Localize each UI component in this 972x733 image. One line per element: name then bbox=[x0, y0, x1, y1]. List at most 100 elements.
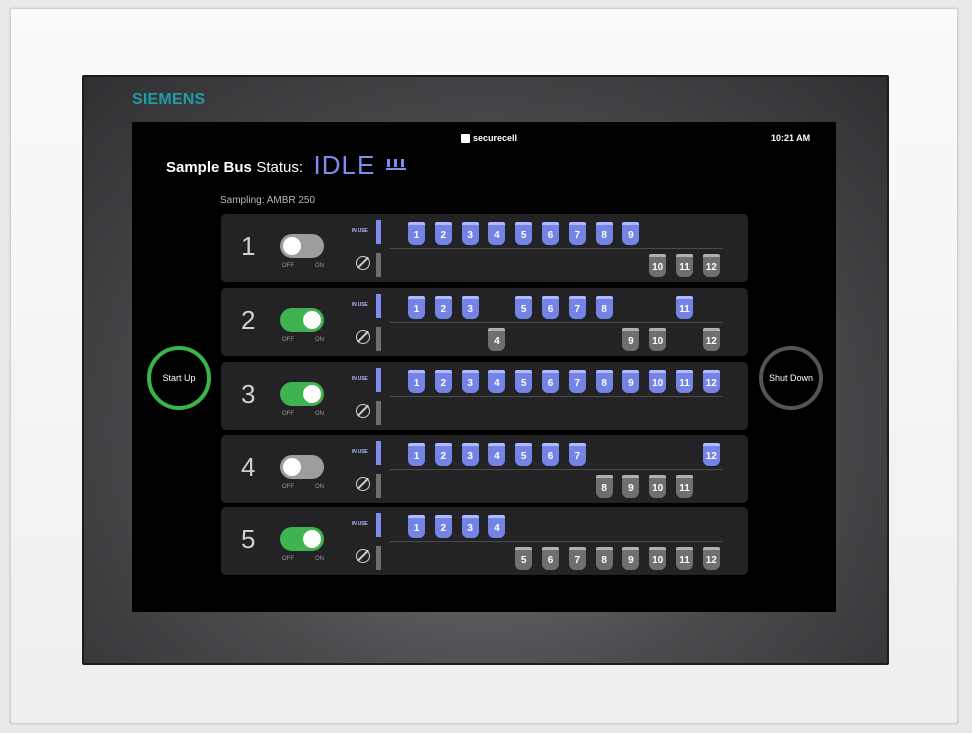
line-number: 2 bbox=[241, 305, 256, 335]
tube-idle[interactable]: 12 bbox=[702, 547, 720, 570]
securecell-wordmark: securecell bbox=[473, 133, 518, 143]
tube-idle[interactable]: 8 bbox=[595, 475, 613, 498]
tube-in-use[interactable]: 3 bbox=[461, 370, 479, 393]
toggle-knob bbox=[303, 530, 321, 548]
line-toggle[interactable] bbox=[280, 455, 324, 479]
in-use-label: IN USE bbox=[352, 521, 368, 527]
toggle-on-label: ON bbox=[315, 263, 324, 269]
tube-in-use[interactable]: 1 bbox=[408, 296, 425, 319]
tube-in-use[interactable]: 11 bbox=[676, 370, 693, 393]
tube-in-use[interactable]: 7 bbox=[568, 296, 586, 319]
tube-idle[interactable]: 10 bbox=[649, 547, 667, 570]
tube-in-use[interactable]: 7 bbox=[568, 222, 586, 245]
toggle-on-label: ON bbox=[315, 337, 324, 343]
hmi-screen: Sample Bus Status: IDLE securecell 10:21… bbox=[132, 122, 836, 612]
tube-in-use[interactable]: 7 bbox=[568, 370, 586, 393]
tube-in-use[interactable]: 3 bbox=[461, 515, 479, 538]
line-number: 5 bbox=[241, 524, 256, 554]
line-toggle[interactable] bbox=[280, 234, 324, 258]
tube-in-use[interactable]: 4 bbox=[488, 370, 506, 393]
tube-in-use[interactable]: 10 bbox=[649, 370, 667, 393]
tube-in-use[interactable]: 12 bbox=[702, 443, 720, 466]
toggle-off-label: OFF bbox=[282, 263, 294, 269]
tube-in-use[interactable]: 8 bbox=[595, 370, 613, 393]
tube-idle[interactable]: 12 bbox=[702, 254, 720, 277]
tube-in-use[interactable]: 2 bbox=[434, 515, 452, 538]
not-in-use-indicator bbox=[376, 474, 381, 498]
not-in-use-indicator bbox=[376, 253, 381, 277]
title-rest: Status: bbox=[256, 159, 304, 176]
tube-in-use[interactable]: 12 bbox=[702, 370, 720, 393]
tube-in-use[interactable]: 2 bbox=[434, 222, 452, 245]
line-number: 1 bbox=[241, 231, 256, 261]
tube-in-use[interactable]: 8 bbox=[595, 222, 613, 245]
tube-in-use[interactable]: 6 bbox=[542, 296, 559, 319]
tube-in-use[interactable]: 8 bbox=[595, 296, 613, 319]
line-toggle[interactable] bbox=[280, 382, 324, 406]
brand-logo: SIEMENS bbox=[132, 91, 206, 108]
in-use-indicator bbox=[376, 368, 381, 392]
tube-in-use[interactable]: 3 bbox=[461, 296, 479, 319]
tube-in-use[interactable]: 5 bbox=[515, 296, 533, 319]
tube-idle[interactable]: 10 bbox=[649, 328, 667, 351]
tube-in-use[interactable]: 9 bbox=[622, 370, 640, 393]
toggle-knob bbox=[283, 237, 301, 255]
sample-line-row: 3 OFF ON IN USE 1 2 3 4 5 6 7 8 9 10 11 12 bbox=[221, 362, 748, 430]
toggle-on-label: ON bbox=[315, 556, 324, 562]
tube-in-use[interactable]: 2 bbox=[434, 443, 452, 466]
line-toggle[interactable] bbox=[280, 308, 324, 332]
not-in-use-indicator bbox=[376, 327, 381, 351]
tube-in-use[interactable]: 1 bbox=[408, 515, 425, 538]
toggle-knob bbox=[303, 385, 321, 403]
tube-in-use[interactable]: 4 bbox=[488, 443, 506, 466]
tube-idle[interactable]: 10 bbox=[649, 475, 667, 498]
tube-idle[interactable]: 5 bbox=[515, 547, 533, 570]
tube-in-use[interactable]: 2 bbox=[434, 296, 452, 319]
tube-idle[interactable]: 4 bbox=[488, 328, 506, 351]
tube-in-use[interactable]: 4 bbox=[488, 515, 506, 538]
in-use-indicator bbox=[376, 220, 381, 244]
tube-in-use[interactable]: 7 bbox=[568, 443, 586, 466]
tube-idle[interactable]: 12 bbox=[702, 328, 720, 351]
in-use-label: IN USE bbox=[352, 302, 368, 308]
tube-idle[interactable]: 9 bbox=[622, 475, 640, 498]
tube-in-use[interactable]: 5 bbox=[515, 222, 533, 245]
tube-in-use[interactable]: 4 bbox=[488, 222, 506, 245]
tube-in-use[interactable]: 1 bbox=[408, 370, 425, 393]
tube-idle[interactable]: 8 bbox=[595, 547, 613, 570]
tube-in-use[interactable]: 1 bbox=[408, 443, 425, 466]
line-number: 4 bbox=[241, 452, 256, 482]
tube-idle[interactable]: 11 bbox=[676, 547, 693, 570]
tube-idle[interactable]: 7 bbox=[568, 547, 586, 570]
sample-line-row: 4 OFF ON IN USE 1 2 3 4 5 6 7 12 8 9 10 11 bbox=[221, 435, 748, 503]
tube-in-use[interactable]: 3 bbox=[461, 222, 479, 245]
tube-idle[interactable]: 6 bbox=[542, 547, 559, 570]
tube-in-use[interactable]: 1 bbox=[408, 222, 425, 245]
status-value: IDLE bbox=[313, 150, 376, 180]
page-title: Sample Bus Status: IDLE bbox=[166, 148, 406, 180]
tube-in-use[interactable]: 6 bbox=[542, 443, 559, 466]
not-in-use-icon bbox=[356, 549, 370, 563]
tube-in-use[interactable]: 9 bbox=[622, 222, 640, 245]
toggle-knob bbox=[283, 458, 301, 476]
not-in-use-icon bbox=[356, 404, 370, 418]
tube-idle[interactable]: 9 bbox=[622, 547, 640, 570]
title-bold: Sample Bus bbox=[166, 159, 252, 176]
sample-bus-icon bbox=[385, 159, 406, 170]
securecell-mark-icon bbox=[461, 133, 470, 143]
shut-down-button[interactable]: Shut Down bbox=[759, 346, 823, 410]
tube-in-use[interactable]: 6 bbox=[542, 370, 559, 393]
tube-in-use[interactable]: 3 bbox=[461, 443, 479, 466]
tube-in-use[interactable]: 5 bbox=[515, 370, 533, 393]
tube-idle[interactable]: 11 bbox=[676, 475, 693, 498]
tube-in-use[interactable]: 2 bbox=[434, 370, 452, 393]
tube-in-use[interactable]: 11 bbox=[676, 296, 693, 319]
tube-idle[interactable]: 10 bbox=[649, 254, 667, 277]
start-up-button[interactable]: Start Up bbox=[147, 346, 211, 410]
sample-line-row: 5 OFF ON IN USE 1 2 3 4 5 6 7 8 9 10 11 12 bbox=[221, 507, 748, 575]
line-toggle[interactable] bbox=[280, 527, 324, 551]
tube-idle[interactable]: 9 bbox=[622, 328, 640, 351]
tube-in-use[interactable]: 6 bbox=[542, 222, 559, 245]
tube-idle[interactable]: 11 bbox=[676, 254, 693, 277]
tube-in-use[interactable]: 5 bbox=[515, 443, 533, 466]
